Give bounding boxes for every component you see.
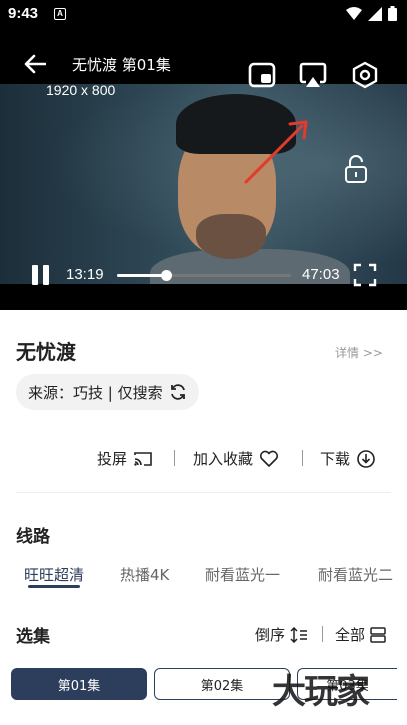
- progress-slider[interactable]: [117, 270, 291, 281]
- notification-icon: A: [54, 8, 66, 20]
- settings-hexagon-icon[interactable]: [350, 60, 380, 90]
- airplay-cast-icon[interactable]: [298, 60, 328, 90]
- pause-icon[interactable]: [30, 264, 52, 286]
- download-button[interactable]: 下载: [320, 448, 376, 469]
- route-tab-1[interactable]: 热播4K: [120, 564, 169, 585]
- cast-button[interactable]: 投屏: [97, 448, 153, 469]
- episode-button-1[interactable]: 第01集: [11, 668, 147, 700]
- picture-in-picture-icon[interactable]: [247, 60, 277, 90]
- routes-heading: 线路: [16, 527, 50, 547]
- duration: 47:03: [302, 266, 340, 283]
- all-label: 全部: [335, 626, 366, 644]
- active-route-underline: [28, 585, 80, 588]
- wifi-icon: [346, 6, 362, 20]
- player-title: 无忧渡 第01集: [72, 56, 171, 74]
- video-title: 无忧渡: [16, 340, 76, 364]
- route-tab-2[interactable]: 耐看蓝光一: [205, 564, 280, 585]
- player-controls: 13:19 47:03: [0, 254, 407, 294]
- section-divider: [16, 492, 391, 493]
- route-tab-0[interactable]: 旺旺超清: [24, 564, 84, 585]
- system-icons: [346, 6, 397, 21]
- refresh-icon[interactable]: [169, 383, 187, 401]
- battery-icon: [388, 6, 397, 21]
- watermark-logo: 大玩家: [272, 672, 370, 712]
- progress-knob[interactable]: [160, 270, 172, 281]
- player-top-bar: 无忧渡 第01集: [0, 30, 407, 89]
- status-bar: 9:43 A: [0, 0, 407, 30]
- sort-icon: [290, 626, 308, 643]
- sort-button[interactable]: 倒序: [255, 624, 308, 645]
- all-episodes-button[interactable]: 全部: [335, 624, 386, 645]
- episode-label: 第02集: [200, 678, 244, 694]
- info-panel: 无忧渡 详情 >> 来源：巧技 | 仅搜索 投屏 加入收藏 下载 线路 旺旺超清…: [0, 310, 407, 725]
- signal-icon: [368, 6, 382, 21]
- episode-button-2[interactable]: 第02集: [154, 668, 290, 700]
- source-label: 来源：巧技 | 仅搜索: [28, 383, 163, 402]
- current-time: 13:19: [66, 266, 104, 283]
- episodes-heading: 选集: [16, 627, 50, 647]
- cast-label: 投屏: [97, 450, 128, 468]
- sort-label: 倒序: [255, 626, 286, 644]
- action-row: 投屏 加入收藏 下载: [0, 446, 407, 470]
- resolution-label: 1920 x 800: [46, 82, 116, 98]
- heart-icon: [259, 450, 279, 467]
- download-icon: [357, 449, 375, 468]
- divider: [174, 450, 175, 466]
- divider: [302, 450, 303, 466]
- route-tab-3[interactable]: 耐看蓝光二: [318, 564, 393, 585]
- source-selector[interactable]: 来源：巧技 | 仅搜索: [16, 374, 199, 410]
- red-pointer-arrow: [244, 120, 308, 184]
- fullscreen-icon[interactable]: [353, 263, 377, 287]
- divider: [322, 626, 323, 642]
- favorite-button[interactable]: 加入收藏: [193, 448, 279, 469]
- download-label: 下载: [320, 450, 351, 468]
- video-player[interactable]: 无忧渡 第01集 1920 x 800 13:19 47:03: [0, 30, 407, 310]
- favorite-label: 加入收藏: [193, 450, 254, 468]
- unlock-icon[interactable]: [343, 154, 369, 184]
- cast-icon: [134, 451, 152, 466]
- status-time: 9:43: [8, 5, 39, 22]
- back-arrow-icon[interactable]: [24, 54, 46, 74]
- list-icon: [370, 626, 386, 643]
- progress-fill: [117, 274, 166, 277]
- episode-label: 第01集: [57, 678, 101, 694]
- details-link[interactable]: 详情 >>: [335, 344, 383, 361]
